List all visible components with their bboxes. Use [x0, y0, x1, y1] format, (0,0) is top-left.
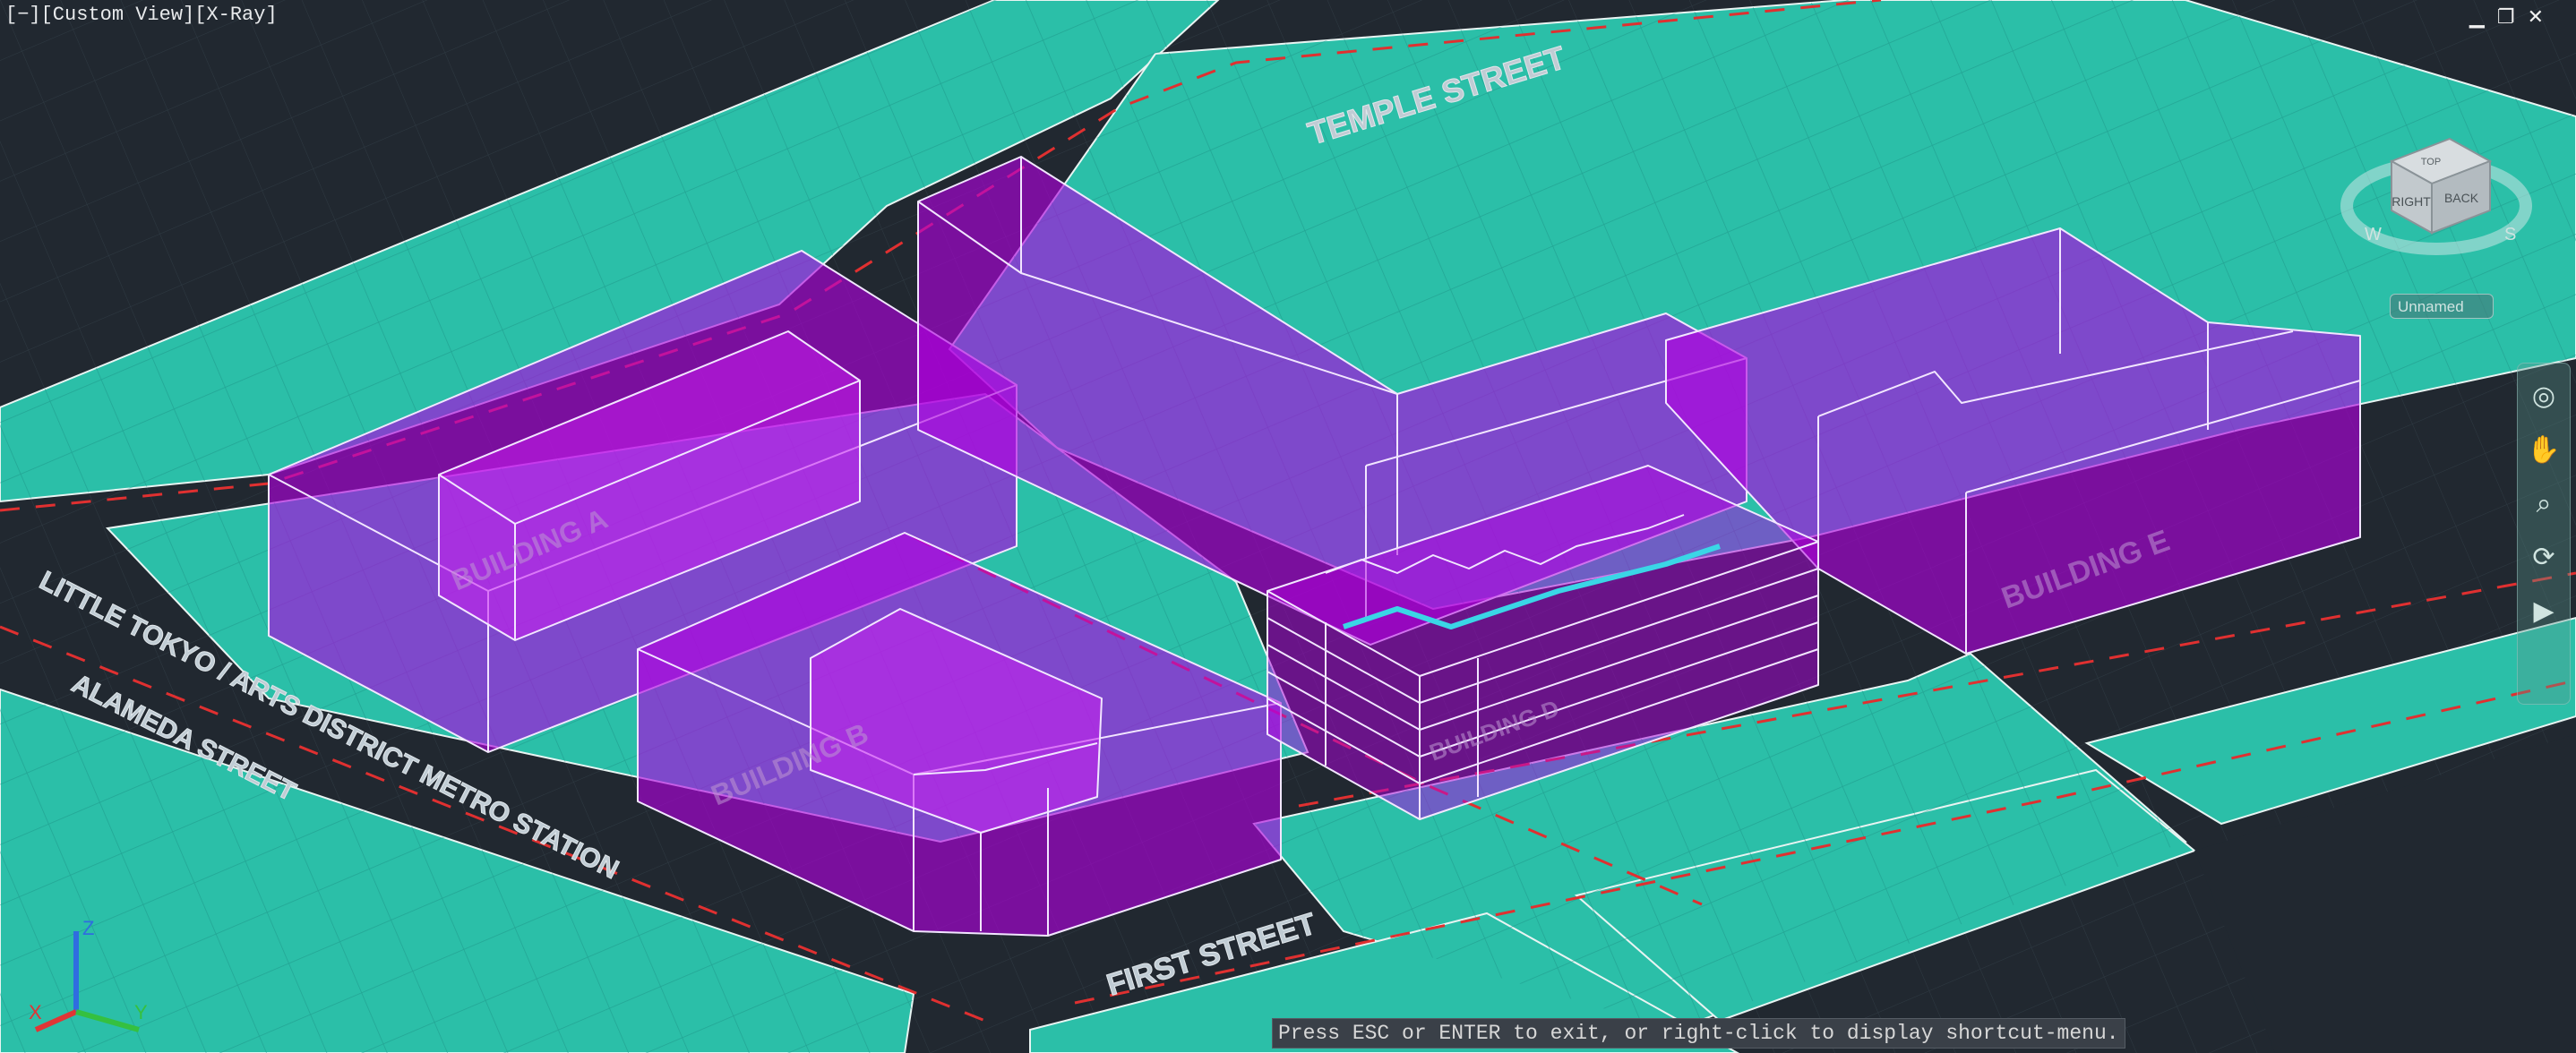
model-viewport[interactable]: TEMPLE STREET FIRST STREET ALAMEDA STREE…: [0, 0, 2576, 1053]
minimize-icon[interactable]: ▁: [2469, 5, 2485, 29]
ucs-z-label: Z: [82, 917, 94, 939]
zoom-icon[interactable]: ⌕: [2523, 484, 2564, 525]
navigation-bar: ◎ ✋ ⌕ ⟳ ▶: [2517, 363, 2571, 705]
pan-hand-icon[interactable]: ✋: [2523, 430, 2564, 471]
viewcube-top-text: TOP: [2421, 157, 2441, 167]
viewcube-back-text: BACK: [2444, 191, 2479, 205]
close-icon[interactable]: ✕: [2528, 5, 2544, 29]
3d-scene[interactable]: TEMPLE STREET FIRST STREET ALAMEDA STREE…: [0, 0, 2576, 1053]
ucs-icon: Z X Y: [29, 917, 148, 1032]
restore-icon[interactable]: ❐: [2497, 5, 2515, 29]
steering-wheel-icon[interactable]: ◎: [2523, 376, 2564, 417]
viewcube[interactable]: TOP RIGHT BACK W S: [2338, 98, 2535, 287]
command-prompt-tooltip: Press ESC or ENTER to exit, or right-cli…: [1272, 1018, 2125, 1049]
compass-west: W: [2365, 225, 2382, 244]
ucs-x-label: X: [29, 1001, 42, 1023]
showmotion-icon[interactable]: ▶: [2523, 591, 2564, 632]
named-view-dropdown[interactable]: Unnamed: [2390, 294, 2494, 319]
viewcube-right-text: RIGHT: [2391, 194, 2431, 209]
viewport-window-controls: ▁ ❐ ✕: [2469, 5, 2544, 29]
ucs-y-label: Y: [134, 1001, 148, 1023]
orbit-icon[interactable]: ⟳: [2523, 537, 2564, 578]
viewport-controls-label[interactable]: [−][Custom View][X-Ray]: [5, 4, 278, 26]
compass-south: S: [2504, 225, 2516, 244]
